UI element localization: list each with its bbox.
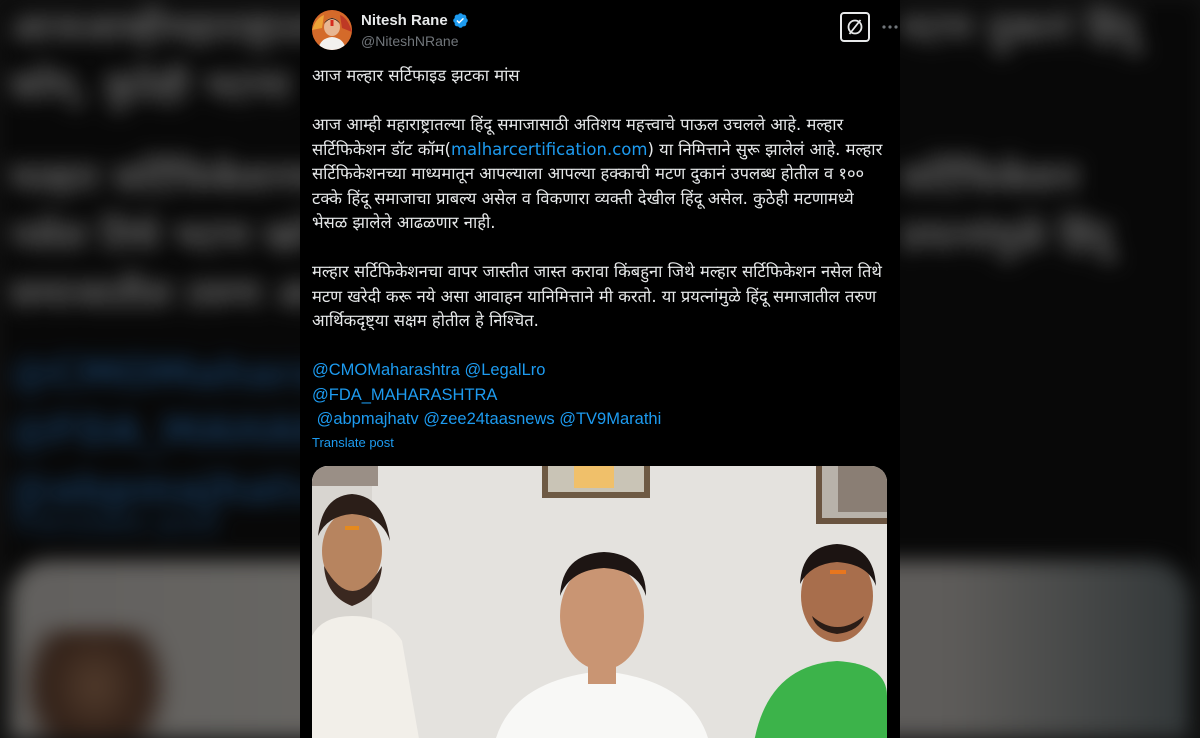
more-horizontal-icon (882, 25, 898, 29)
mention-line[interactable]: @abpmajhatv @zee24taasnews @TV9Marathi (312, 407, 890, 432)
video-frame-image (312, 466, 887, 738)
verified-badge-icon (452, 12, 469, 29)
translate-post-link[interactable]: Translate post (312, 435, 394, 450)
post-paragraph-1: आज आम्ही महाराष्ट्रातल्या हिंदू समाजासाठ… (312, 113, 890, 236)
mention-line[interactable]: @CMOMaharashtra @LegalLro (312, 358, 890, 383)
avatar-image (312, 10, 352, 50)
grok-button[interactable] (840, 12, 870, 42)
tweet-header: Nitesh Rane @NiteshNRane (312, 10, 898, 54)
mentions-block: @CMOMaharashtra @LegalLro @FDA_MAHARASHT… (312, 358, 890, 432)
name-row: Nitesh Rane (361, 12, 469, 29)
malhar-certification-link[interactable]: malharcertification.com (451, 140, 648, 159)
post-video-media[interactable] (312, 466, 887, 738)
post-paragraph-2: मल्हार सर्टिफिकेशनचा वापर जास्तीत जास्त … (312, 262, 882, 330)
more-options-button[interactable] (879, 16, 900, 38)
grok-slash-icon (847, 19, 863, 35)
tweet-card: Nitesh Rane @NiteshNRane आज मल्हार सर्टि… (300, 0, 900, 738)
screenshot-stage: आजआम्हीमहाराष्ट्रातल्याहिंदूसमाजासाठी कॉ… (0, 0, 1200, 738)
avatar[interactable] (312, 10, 352, 50)
post-title-line: आज मल्हार सर्टिफाइड झटका मांस (312, 66, 520, 85)
author-display-name[interactable]: Nitesh Rane (361, 12, 448, 29)
tweet-body: आज मल्हार सर्टिफाइड झटका मांस आज आम्ही म… (312, 64, 890, 432)
author-handle[interactable]: @NiteshNRane (361, 33, 458, 49)
mention-line[interactable]: @FDA_MAHARASHTRA (312, 383, 890, 408)
